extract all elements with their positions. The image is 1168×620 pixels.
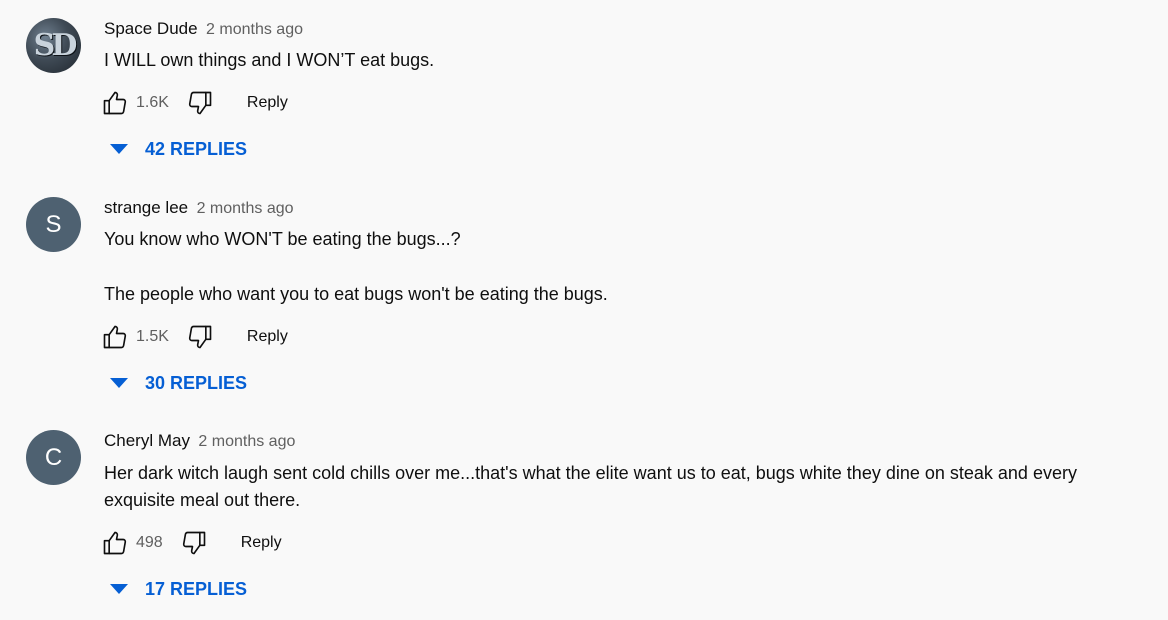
thumbs-down-icon <box>188 91 212 115</box>
comment-paragraph: I WILL own things and I WON’T eat bugs. <box>104 50 435 70</box>
comment-paragraph: You know who WON'T be eating the bugs...… <box>104 229 461 249</box>
like-button[interactable] <box>100 528 130 558</box>
comment-timestamp[interactable]: 2 months ago <box>198 433 295 450</box>
reply-button[interactable]: Reply <box>247 94 288 112</box>
comment-header: Space Dude 2 months ago <box>104 18 303 40</box>
author-name[interactable]: Cheryl May <box>104 431 190 450</box>
caret-down-icon <box>110 584 128 594</box>
reply-button[interactable]: Reply <box>241 534 282 552</box>
comment-actions: 1.6K Reply <box>100 88 288 118</box>
view-replies-button[interactable]: 30 REPLIES <box>110 369 247 397</box>
avatar[interactable]: SD <box>26 18 81 73</box>
thumbs-up-icon <box>103 325 127 349</box>
comment-timestamp[interactable]: 2 months ago <box>197 200 294 217</box>
dislike-button[interactable] <box>179 528 209 558</box>
reply-button[interactable]: Reply <box>247 328 288 346</box>
dislike-button[interactable] <box>185 88 215 118</box>
avatar-letter: S <box>45 210 62 238</box>
caret-down-icon <box>110 378 128 388</box>
like-button[interactable] <box>100 88 130 118</box>
like-count: 1.5K <box>136 328 169 345</box>
comment-actions: 498 Reply <box>100 528 282 558</box>
thumbs-up-icon <box>103 91 127 115</box>
replies-count-label: 42 REPLIES <box>145 138 248 159</box>
comment-header: strange lee 2 months ago <box>104 197 294 219</box>
comment-actions: 1.5K Reply <box>100 322 288 352</box>
comment-header: Cheryl May 2 months ago <box>104 430 295 452</box>
avatar[interactable]: S <box>26 197 81 252</box>
replies-count-label: 30 REPLIES <box>145 372 248 393</box>
comment-text: I WILL own things and I WON’T eat bugs. <box>104 47 1149 74</box>
like-button[interactable] <box>100 322 130 352</box>
comment-text: Her dark witch laugh sent cold chills ov… <box>104 460 1149 514</box>
thumbs-up-icon <box>103 531 127 555</box>
view-replies-button[interactable]: 42 REPLIES <box>110 135 247 163</box>
author-name[interactable]: Space Dude <box>104 19 198 38</box>
dislike-button[interactable] <box>185 322 215 352</box>
caret-down-icon <box>110 144 128 154</box>
view-replies-button[interactable]: 17 REPLIES <box>110 575 247 603</box>
thumbs-down-icon <box>188 325 212 349</box>
like-count: 1.6K <box>136 94 169 111</box>
comment-text: You know who WON'T be eating the bugs...… <box>104 226 1149 308</box>
avatar[interactable]: C <box>26 430 81 485</box>
avatar-monogram: SD <box>33 28 78 63</box>
author-name[interactable]: strange lee <box>104 198 188 217</box>
thumbs-down-icon <box>182 531 206 555</box>
avatar-letter: C <box>44 443 63 471</box>
like-count: 498 <box>136 534 163 551</box>
replies-count-label: 17 REPLIES <box>145 578 248 599</box>
comment-paragraph: Her dark witch laugh sent cold chills ov… <box>104 463 1077 510</box>
comment-paragraph: The people who want you to eat bugs won'… <box>104 284 608 304</box>
comment-timestamp[interactable]: 2 months ago <box>206 21 303 38</box>
